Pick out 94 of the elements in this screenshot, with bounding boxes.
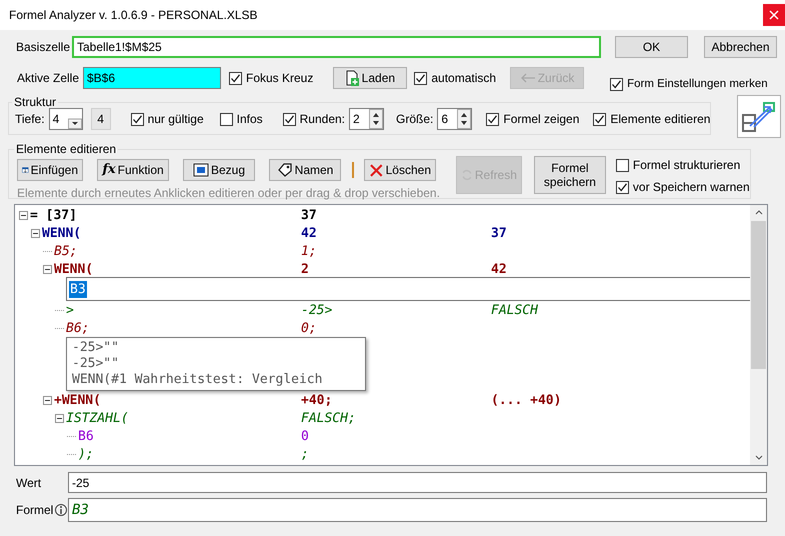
field-label: Aktive Zelle	[17, 71, 80, 85]
tool-button[interactable]: Löschen	[364, 159, 436, 181]
field-label: Basiszelle	[16, 40, 72, 54]
diagram-button[interactable]	[737, 95, 782, 138]
checkbox-label[interactable]: Formel strukturieren	[632, 158, 740, 172]
tool-button[interactable]: Einfügen	[17, 159, 83, 181]
checkbox[interactable]	[486, 112, 500, 126]
checkbox-label[interactable]: vor Speichern warnen	[632, 180, 750, 194]
tree-node-label[interactable]: +WENN(	[54, 392, 101, 408]
collapse-icon[interactable]	[43, 396, 52, 404]
node-value: 0;	[301, 320, 317, 336]
active-cell-field[interactable]: $B$6	[83, 67, 221, 89]
node-result: 42	[491, 262, 507, 276]
checkbox[interactable]	[616, 180, 629, 194]
checkbox[interactable]	[130, 112, 144, 126]
ok-button[interactable]: OK	[615, 36, 688, 58]
group-title: Struktur	[13, 95, 58, 109]
node-result: 37	[491, 226, 507, 240]
checkbox-label[interactable]: nur gültige	[148, 112, 204, 126]
tree-node-label[interactable]: WENN(	[54, 262, 94, 276]
cancel-button[interactable]: Abbrechen	[704, 36, 777, 58]
tooltip-line: -25>""	[72, 340, 120, 356]
value-field[interactable]: -25	[68, 472, 767, 493]
node-value: 1;	[301, 244, 317, 258]
node-value: 2	[301, 262, 309, 276]
info-icon[interactable]	[55, 504, 68, 516]
hint-text: Elemente durch erneutes Anklicken editieren oder per drag & drop verschieben.	[17, 186, 440, 200]
window-title: Formel Analyzer v. 1.0.6.9 - PERSONAL.XLSB	[9, 8, 258, 22]
size-label: Größe:	[396, 112, 434, 126]
checkbox[interactable]	[282, 112, 296, 126]
scrollbar[interactable]	[750, 205, 767, 465]
node-result: (... +40)	[491, 392, 562, 408]
load-button[interactable]: Laden	[333, 67, 408, 89]
tooltip-line: WENN(#1 Wahrheitstest: Vergleich	[72, 372, 324, 388]
group-title: Elemente editieren	[15, 142, 118, 156]
checkbox-label[interactable]: Fokus Kreuz	[246, 71, 314, 85]
formula-field[interactable]: B3	[68, 498, 767, 522]
tool-button[interactable]: Bezug	[183, 159, 255, 181]
collapse-icon[interactable]	[19, 210, 28, 220]
node-value: -25>	[301, 302, 332, 318]
node-result: FALSCH	[491, 302, 538, 318]
tree-node-label[interactable]: B6;	[66, 320, 90, 336]
checkbox-label[interactable]: Formel zeigen	[503, 112, 580, 126]
checkbox[interactable]	[610, 78, 624, 90]
collapse-icon[interactable]	[43, 264, 52, 274]
tooltip-line: -25>""	[72, 356, 120, 372]
node-value: 0	[301, 428, 309, 444]
depth-dropdown[interactable]: 4	[48, 108, 83, 130]
collapse-icon[interactable]	[55, 414, 64, 422]
spin-arrows-icon[interactable]	[369, 109, 384, 129]
tree-node-label[interactable]: >	[66, 302, 74, 318]
tree-node-label[interactable]: );	[78, 446, 94, 462]
base-cell-field[interactable]: Tabelle1!$M$25	[72, 36, 601, 58]
checkbox-label[interactable]: automatisch	[431, 71, 496, 85]
tool-button[interactable]: Namen	[269, 159, 341, 181]
save-formula-button[interactable]: Formel speichern	[534, 156, 606, 194]
tag-icon	[276, 162, 293, 178]
function-icon: fx	[102, 163, 116, 177]
tree-node-label[interactable]: ISTZAHL(	[66, 410, 129, 426]
checkbox[interactable]	[414, 72, 428, 84]
back-arrow-icon	[520, 72, 536, 84]
checkbox-label[interactable]: Elemente editieren	[610, 112, 710, 126]
number-spinner[interactable]: 6	[437, 108, 472, 130]
checkbox[interactable]	[220, 112, 233, 126]
tool-button[interactable]: fx Funktion	[97, 159, 169, 181]
depth-label: Tiefe:	[15, 112, 45, 126]
selected-text: B3	[69, 280, 87, 298]
node-value: 42	[301, 226, 317, 240]
tree-node-label[interactable]: B5;	[54, 244, 78, 258]
close-button[interactable]	[763, 4, 785, 26]
checkbox[interactable]	[616, 158, 629, 172]
tree-node-label[interactable]: = [37]	[30, 208, 77, 222]
delete-icon	[369, 162, 384, 178]
checkbox[interactable]	[229, 72, 242, 84]
document-add-icon	[346, 70, 360, 86]
node-value: +40;	[301, 392, 332, 408]
number-spinner[interactable]: 2	[349, 108, 384, 130]
checkbox[interactable]	[593, 112, 606, 126]
node-value: ;	[301, 446, 309, 462]
field-label: Formel	[16, 503, 54, 517]
depth-display: 4	[90, 108, 111, 130]
tree-node-label[interactable]: B6	[78, 428, 94, 444]
checkbox-label[interactable]: Infos	[236, 112, 263, 126]
close-icon	[769, 10, 779, 20]
checkbox-label[interactable]: Form Einstellungen merken	[627, 78, 768, 90]
editor-field[interactable]: B3	[66, 277, 750, 301]
field-label: Wert	[16, 476, 42, 490]
node-value: FALSCH;	[301, 410, 356, 426]
tree-node-label[interactable]: WENN(	[42, 226, 82, 240]
collapse-icon[interactable]	[31, 228, 40, 238]
reference-icon	[192, 162, 209, 178]
spin-arrows-icon[interactable]	[457, 109, 472, 129]
checkbox-label[interactable]: Runden:	[300, 112, 346, 126]
node-value: 37	[301, 208, 317, 222]
